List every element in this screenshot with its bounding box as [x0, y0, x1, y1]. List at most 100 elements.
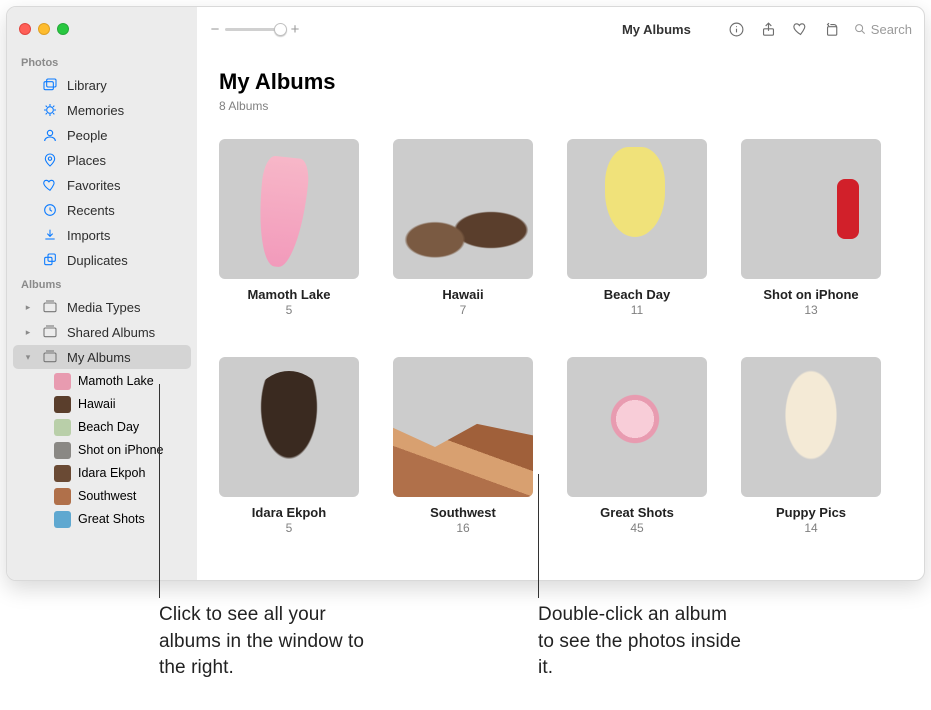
info-icon[interactable] [725, 17, 749, 41]
sidebar-subalbum[interactable]: Beach Day [13, 416, 191, 438]
sidebar: Photos ▸ Library ▸ Memories ▸ People ▸ P… [7, 51, 197, 580]
window-controls [7, 7, 197, 51]
album-tile[interactable]: Beach Day11 [567, 139, 707, 317]
album-count: 11 [567, 303, 707, 317]
page-title: My Albums [219, 69, 902, 95]
albums-grid: Mamoth Lake5Hawaii7Beach Day11Shot on iP… [219, 139, 902, 535]
album-thumbnail-icon [54, 373, 71, 390]
close-button[interactable] [19, 23, 31, 35]
sidebar-item-places[interactable]: ▸ Places [13, 148, 191, 172]
toolbar: − + My Albums Search [197, 17, 924, 41]
album-cover[interactable] [741, 357, 881, 497]
share-icon[interactable] [757, 17, 781, 41]
location-title: My Albums [622, 22, 691, 37]
sidebar-item-label: Southwest [78, 489, 136, 503]
sidebar-item-favorites[interactable]: ▸ Favorites [13, 173, 191, 197]
album-cover[interactable] [567, 139, 707, 279]
sidebar-item-label: Idara Ekpoh [78, 466, 145, 480]
sidebar-item-memories[interactable]: ▸ Memories [13, 98, 191, 122]
page-subtitle: 8 Albums [219, 99, 902, 113]
album-tile[interactable]: Hawaii7 [393, 139, 533, 317]
search-field[interactable]: Search [853, 22, 912, 37]
search-icon [853, 22, 867, 36]
sidebar-item-label: Shared Albums [67, 325, 155, 340]
album-tile[interactable]: Shot on iPhone13 [741, 139, 881, 317]
sidebar-item-recents[interactable]: ▸ Recents [13, 198, 191, 222]
album-name: Mamoth Lake [219, 287, 359, 302]
stack-icon [41, 323, 59, 341]
album-cover[interactable] [393, 139, 533, 279]
sidebar-item-label: Memories [67, 103, 124, 118]
album-tile[interactable]: Mamoth Lake5 [219, 139, 359, 317]
chevron-right-icon[interactable]: ▸ [23, 302, 33, 312]
sidebar-item-label: Favorites [67, 178, 120, 193]
memories-icon [41, 101, 59, 119]
sidebar-item-media-types[interactable]: ▸ Media Types [13, 295, 191, 319]
sidebar-item-shared-albums[interactable]: ▸ Shared Albums [13, 320, 191, 344]
library-icon [41, 76, 59, 94]
album-name: Great Shots [567, 505, 707, 520]
stack-icon [41, 298, 59, 316]
album-count: 13 [741, 303, 881, 317]
sidebar-item-label: Great Shots [78, 512, 145, 526]
chevron-down-icon[interactable]: ▾ [23, 352, 33, 362]
album-tile[interactable]: Idara Ekpoh5 [219, 357, 359, 535]
sidebar-item-label: People [67, 128, 107, 143]
sidebar-item-label: Imports [67, 228, 110, 243]
sidebar-subalbum[interactable]: Shot on iPhone [13, 439, 191, 461]
sidebar-subalbum[interactable]: Idara Ekpoh [13, 462, 191, 484]
sidebar-subalbum[interactable]: Hawaii [13, 393, 191, 415]
callout-left: Click to see all your albums in the wind… [159, 602, 379, 682]
album-name: Hawaii [393, 287, 533, 302]
album-name: Beach Day [567, 287, 707, 302]
sidebar-subalbum[interactable]: Southwest [13, 485, 191, 507]
album-count: 16 [393, 521, 533, 535]
titlebar: − + My Albums Search [7, 7, 924, 51]
search-placeholder: Search [871, 22, 912, 37]
sidebar-item-label: Places [67, 153, 106, 168]
zoom-in-icon[interactable]: + [289, 22, 301, 37]
zoom-slider[interactable] [225, 28, 285, 31]
album-count: 45 [567, 521, 707, 535]
sidebar-item-label: Mamoth Lake [78, 374, 154, 388]
album-tile[interactable]: Great Shots45 [567, 357, 707, 535]
sidebar-item-imports[interactable]: ▸ Imports [13, 223, 191, 247]
album-name: Idara Ekpoh [219, 505, 359, 520]
album-thumbnail-icon [54, 419, 71, 436]
duplicates-icon [41, 251, 59, 269]
chevron-right-icon[interactable]: ▸ [23, 327, 33, 337]
album-cover[interactable] [219, 139, 359, 279]
album-cover[interactable] [393, 357, 533, 497]
album-count: 7 [393, 303, 533, 317]
album-tile[interactable]: Southwest16 [393, 357, 533, 535]
album-thumbnail-icon [54, 396, 71, 413]
sidebar-subalbum[interactable]: Mamoth Lake [13, 370, 191, 392]
album-cover[interactable] [567, 357, 707, 497]
sidebar-item-library[interactable]: ▸ Library [13, 73, 191, 97]
rotate-icon[interactable] [821, 17, 845, 41]
album-count: 5 [219, 303, 359, 317]
clock-icon [41, 201, 59, 219]
album-name: Puppy Pics [741, 505, 881, 520]
minimize-button[interactable] [38, 23, 50, 35]
sidebar-item-people[interactable]: ▸ People [13, 123, 191, 147]
album-cover[interactable] [741, 139, 881, 279]
content-area: My Albums 8 Albums Mamoth Lake5Hawaii7Be… [197, 51, 924, 580]
album-count: 14 [741, 521, 881, 535]
album-cover[interactable] [219, 357, 359, 497]
heart-icon [41, 176, 59, 194]
album-thumbnail-icon [54, 488, 71, 505]
sidebar-item-duplicates[interactable]: ▸ Duplicates [13, 248, 191, 272]
sidebar-item-my-albums[interactable]: ▾ My Albums [13, 345, 191, 369]
sidebar-item-label: My Albums [67, 350, 131, 365]
album-tile[interactable]: Puppy Pics14 [741, 357, 881, 535]
sidebar-item-label: Duplicates [67, 253, 128, 268]
fullscreen-button[interactable] [57, 23, 69, 35]
sidebar-item-label: Beach Day [78, 420, 139, 434]
album-name: Southwest [393, 505, 533, 520]
zoom-out-icon[interactable]: − [209, 22, 221, 37]
favorite-icon[interactable] [789, 17, 813, 41]
sidebar-subalbum[interactable]: Great Shots [13, 508, 191, 530]
zoom-slider-thumb[interactable] [274, 23, 287, 36]
places-icon [41, 151, 59, 169]
